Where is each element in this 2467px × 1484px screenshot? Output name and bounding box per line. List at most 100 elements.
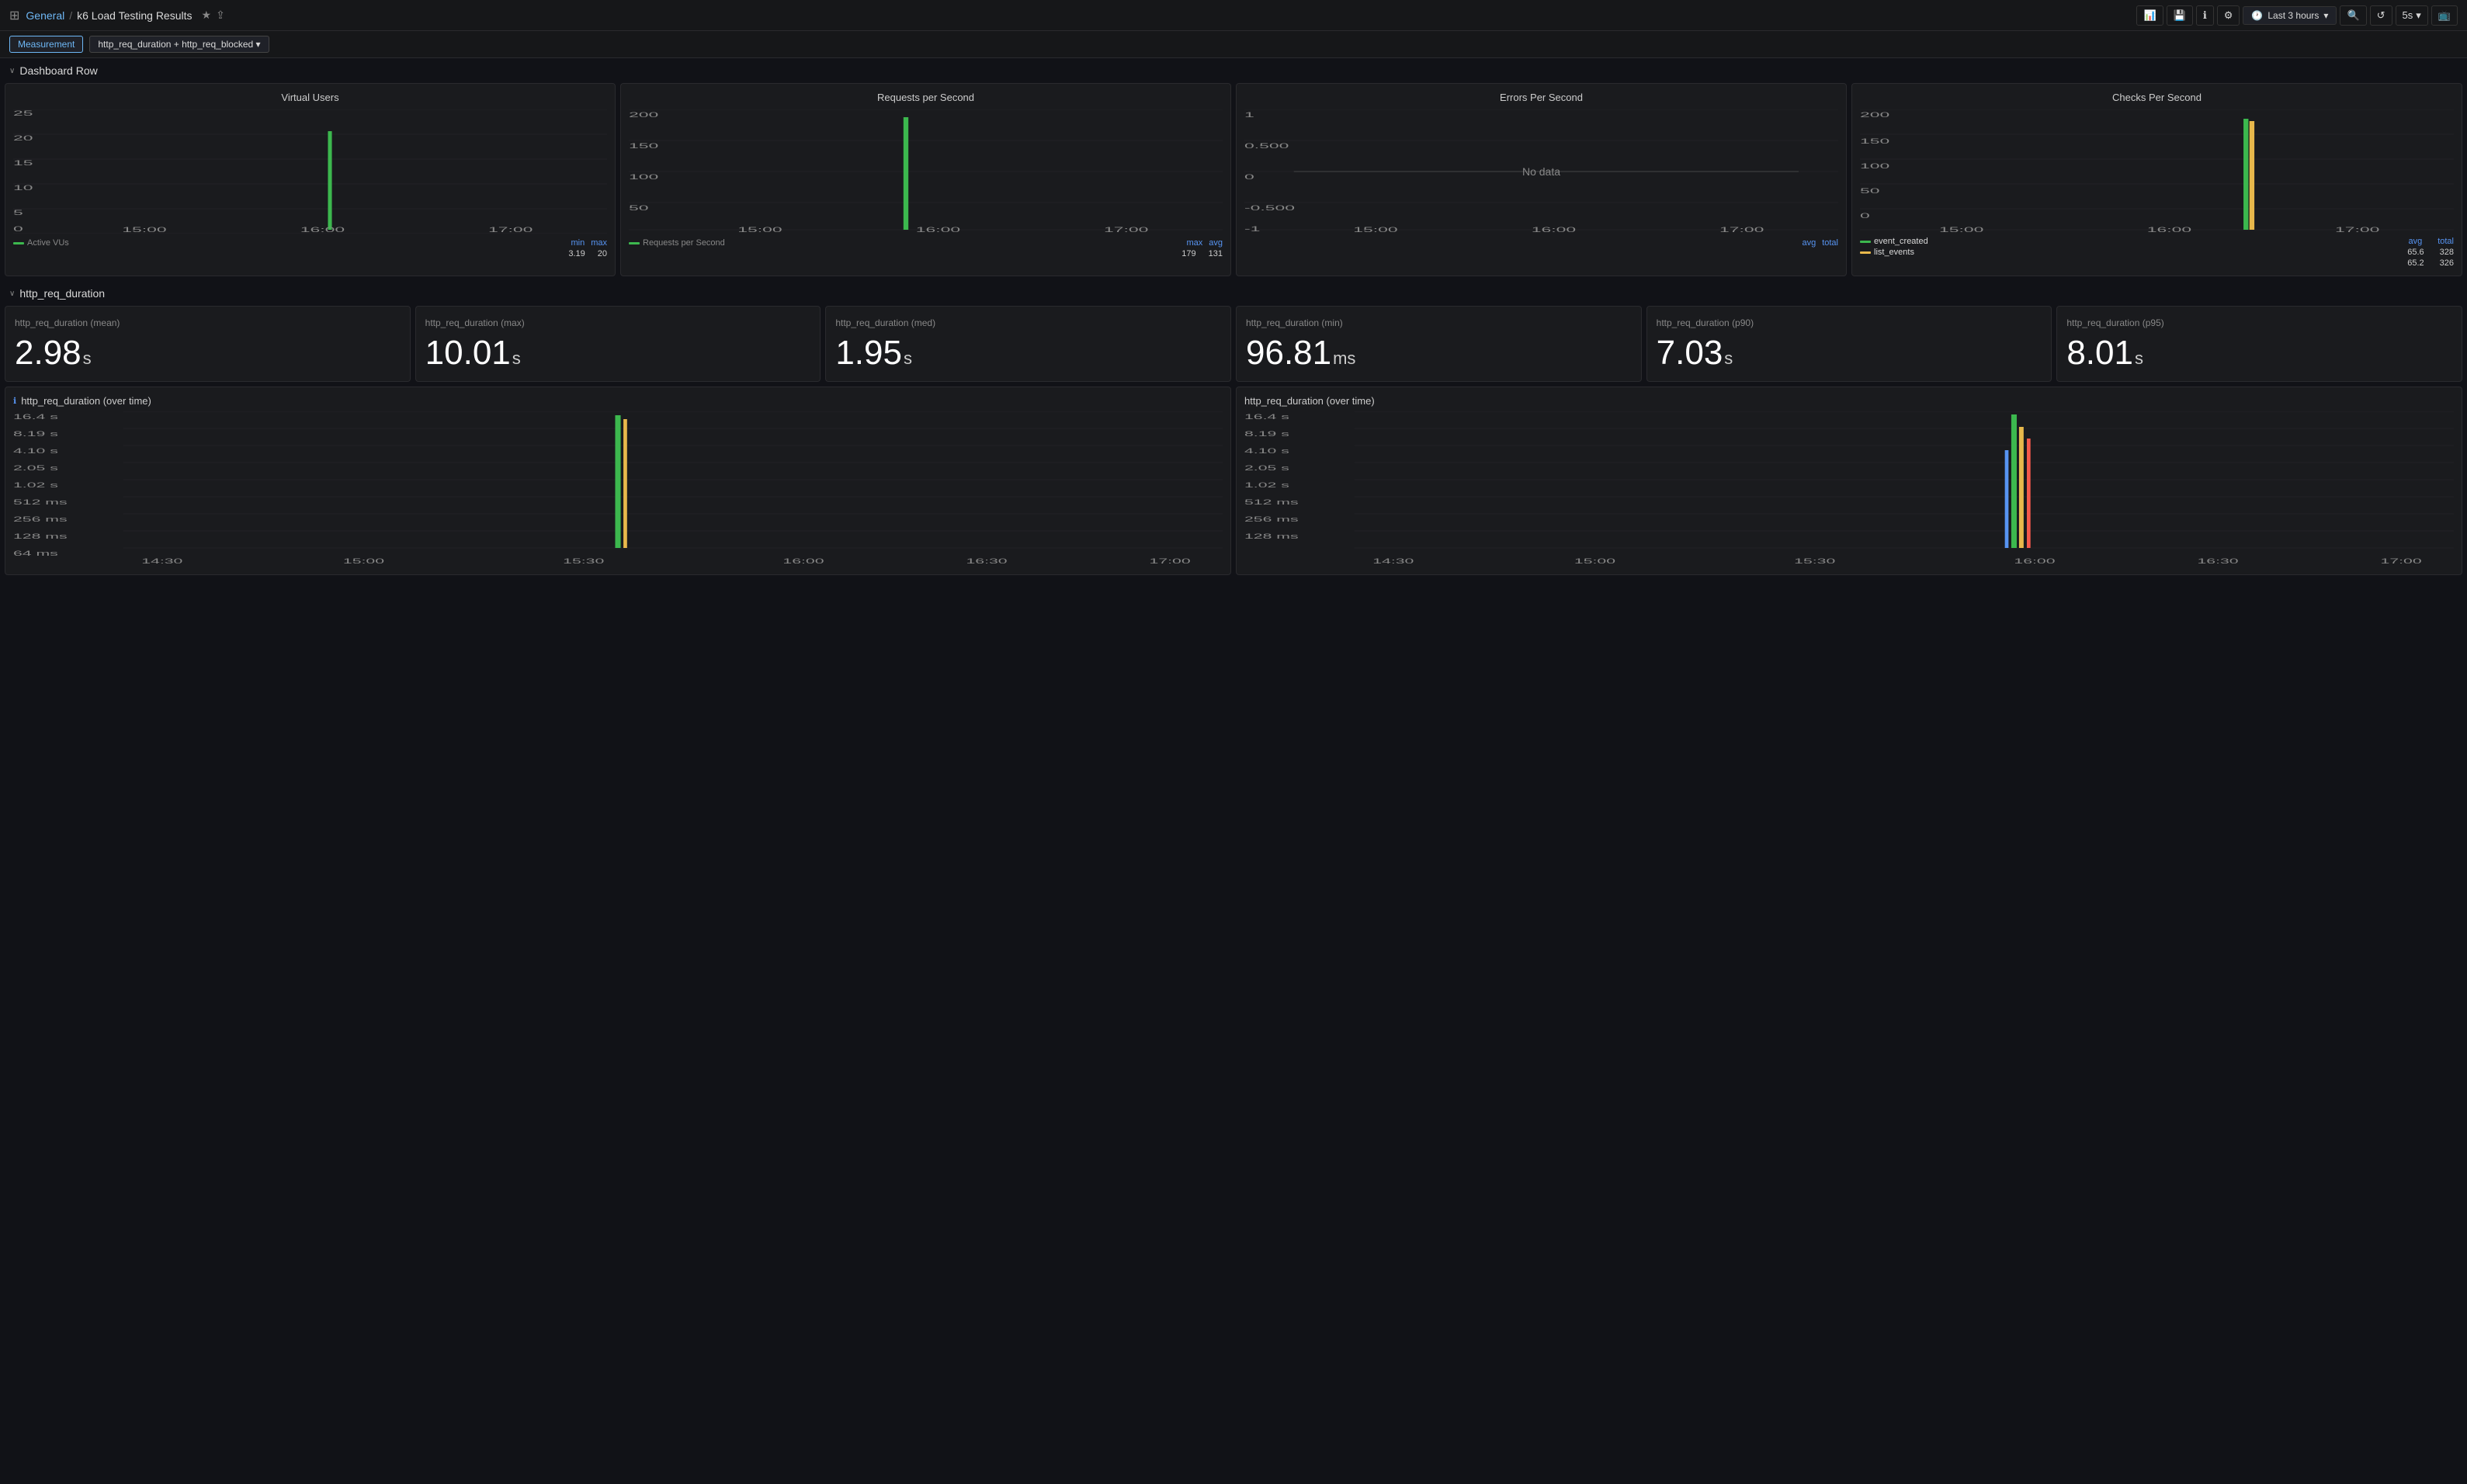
share-icon[interactable]: ⇪ xyxy=(216,9,225,22)
breadcrumb-general[interactable]: General xyxy=(26,9,64,22)
time-icon: 🕐 xyxy=(2251,10,2263,21)
http-req-duration-header[interactable]: ∨ http_req_duration xyxy=(0,281,2467,306)
cps-legend: event_created list_events xyxy=(1860,237,1928,268)
http-req-duration-chevron: ∨ xyxy=(9,290,15,298)
rps-values: max avg xyxy=(1186,238,1223,248)
event-created-dot xyxy=(1860,241,1871,243)
rps-svg: 200 150 100 50 15:00 16:00 17:00 xyxy=(629,109,1223,234)
svg-text:1: 1 xyxy=(1244,111,1254,119)
info-button[interactable]: ℹ xyxy=(2196,5,2214,26)
rps-label: Requests per Second xyxy=(643,238,725,248)
event-created-values: 65.6 328 xyxy=(2407,248,2454,257)
tv-mode-button[interactable]: 📺 xyxy=(2431,5,2458,26)
svg-text:8.19 s: 8.19 s xyxy=(1244,430,1289,438)
event-created-total: 328 xyxy=(2440,248,2454,257)
svg-text:4.10 s: 4.10 s xyxy=(13,447,58,455)
checks-per-second-panel: Checks Per Second 200 150 100 50 0 15:00… xyxy=(1851,83,2462,276)
list-events-avg: 65.2 xyxy=(2407,258,2424,268)
list-events-values: 65.2 326 xyxy=(2407,258,2454,268)
refresh-rate-label: 5s xyxy=(2403,9,2413,21)
svg-text:15:00: 15:00 xyxy=(1939,226,1984,234)
svg-text:16:00: 16:00 xyxy=(782,557,824,565)
refresh-button[interactable]: ↺ xyxy=(2370,5,2392,26)
svg-text:14:30: 14:30 xyxy=(141,557,182,565)
settings-button[interactable]: ⚙ xyxy=(2217,5,2240,26)
rps-footer: Requests per Second max avg xyxy=(629,238,1223,248)
svg-text:-1: -1 xyxy=(1244,225,1260,233)
svg-text:15:00: 15:00 xyxy=(1353,226,1398,234)
svg-text:4.10 s: 4.10 s xyxy=(1244,447,1289,455)
virtual-users-title: Virtual Users xyxy=(13,92,607,103)
list-events-total: 326 xyxy=(2440,258,2454,268)
stat-max-title: http_req_duration (max) xyxy=(425,317,811,328)
bottom-right-svg: 16.4 s 8.19 s 4.10 s 2.05 s 1.02 s 512 m… xyxy=(1244,411,2454,567)
dashboard-row-chevron: ∨ xyxy=(9,67,15,75)
list-events-legend: list_events xyxy=(1860,248,1928,257)
cps-values: avg total 65.6 328 65.2 326 xyxy=(2407,237,2454,268)
svg-text:16:00: 16:00 xyxy=(2014,557,2055,565)
svg-text:16.4 s: 16.4 s xyxy=(1244,413,1289,421)
measurement-dropdown-icon: ▾ xyxy=(256,39,261,50)
virtual-users-chart: 25 20 15 10 5 0 15:00 16:00 17:00 xyxy=(13,109,607,234)
svg-text:200: 200 xyxy=(629,111,659,119)
dashboard-row-label: Dashboard Row xyxy=(19,64,97,77)
star-icon[interactable]: ★ xyxy=(202,9,212,22)
dashboard-row-header[interactable]: ∨ Dashboard Row xyxy=(0,58,2467,83)
vu-footer-vals: 3.19 20 xyxy=(13,249,607,258)
bottom-left-svg: 16.4 s 8.19 s 4.10 s 2.05 s 1.02 s 512 m… xyxy=(13,411,1223,567)
stat-panel-med: http_req_duration (med) 1.95s xyxy=(825,306,1231,382)
svg-text:128 ms: 128 ms xyxy=(1244,532,1299,540)
svg-text:512 ms: 512 ms xyxy=(13,498,68,506)
stat-panel-grid: http_req_duration (mean) 2.98s http_req_… xyxy=(0,306,2467,387)
breadcrumb: General / k6 Load Testing Results ★ ⇪ xyxy=(26,9,224,22)
active-vus-label: Active VUs xyxy=(27,238,69,248)
virtual-users-footer: Active VUs min max xyxy=(13,238,607,248)
eps-values: avg total xyxy=(1802,238,1838,248)
svg-text:512 ms: 512 ms xyxy=(1244,498,1299,506)
event-created-legend: event_created xyxy=(1860,237,1928,246)
measurement-value: http_req_duration + http_req_blocked xyxy=(98,39,253,50)
stat-panel-p90: http_req_duration (p90) 7.03s xyxy=(1646,306,2052,382)
refresh-rate-button[interactable]: 5s ▾ xyxy=(2396,5,2428,26)
svg-text:16.4 s: 16.4 s xyxy=(13,413,58,421)
svg-text:15:30: 15:30 xyxy=(1794,557,1835,565)
save-button[interactable]: 💾 xyxy=(2167,5,2193,26)
svg-text:17:00: 17:00 xyxy=(1104,226,1149,234)
svg-text:0: 0 xyxy=(1244,173,1254,181)
info-icon-left: ℹ xyxy=(13,396,16,406)
svg-text:16:00: 16:00 xyxy=(916,226,961,234)
svg-text:150: 150 xyxy=(1860,137,1890,145)
stat-min-title: http_req_duration (min) xyxy=(1246,317,1632,328)
svg-text:10: 10 xyxy=(13,184,33,192)
top-panel-grid: Virtual Users 25 20 15 10 5 0 15: xyxy=(0,83,2467,281)
event-created-label: event_created xyxy=(1874,237,1928,246)
time-picker[interactable]: 🕐 Last 3 hours ▾ xyxy=(2243,6,2337,25)
cps-chart: 200 150 100 50 0 15:00 16:00 17:00 xyxy=(1860,109,2454,234)
stat-panel-mean: http_req_duration (mean) 2.98s xyxy=(5,306,411,382)
vu-min-val: 3.19 xyxy=(568,249,585,258)
svg-text:0: 0 xyxy=(1860,212,1870,220)
measurement-selector[interactable]: http_req_duration + http_req_blocked ▾ xyxy=(89,36,269,53)
stat-panel-max: http_req_duration (max) 10.01s xyxy=(415,306,821,382)
svg-text:64 ms: 64 ms xyxy=(13,550,58,557)
svg-text:150: 150 xyxy=(629,142,659,150)
cps-col-headers: avg total xyxy=(2407,237,2454,246)
svg-text:256 ms: 256 ms xyxy=(13,515,68,523)
zoom-out-button[interactable]: 🔍 xyxy=(2340,5,2366,26)
svg-text:2.05 s: 2.05 s xyxy=(1244,464,1289,472)
svg-text:2.05 s: 2.05 s xyxy=(13,464,58,472)
bottom-left-panel: ℹ http_req_duration (over time) 16.4 s 8… xyxy=(5,387,1231,575)
svg-text:200: 200 xyxy=(1860,111,1890,119)
stat-panel-min: http_req_duration (min) 96.81ms xyxy=(1236,306,1642,382)
eps-total-label: total xyxy=(1822,238,1838,248)
vu-max-label: max xyxy=(591,238,607,248)
breadcrumb-sep: / xyxy=(69,9,72,22)
cps-footer: event_created list_events avg total 65.6… xyxy=(1860,237,2454,268)
sub-header: Measurement http_req_duration + http_req… xyxy=(0,31,2467,58)
svg-text:20: 20 xyxy=(13,134,33,142)
stat-p95-title: http_req_duration (p95) xyxy=(2066,317,2452,328)
bottom-right-title: http_req_duration (over time) xyxy=(1244,395,1375,407)
svg-text:15: 15 xyxy=(13,159,33,167)
add-panel-button[interactable]: 📊 xyxy=(2136,5,2163,26)
svg-text:25: 25 xyxy=(13,109,33,117)
